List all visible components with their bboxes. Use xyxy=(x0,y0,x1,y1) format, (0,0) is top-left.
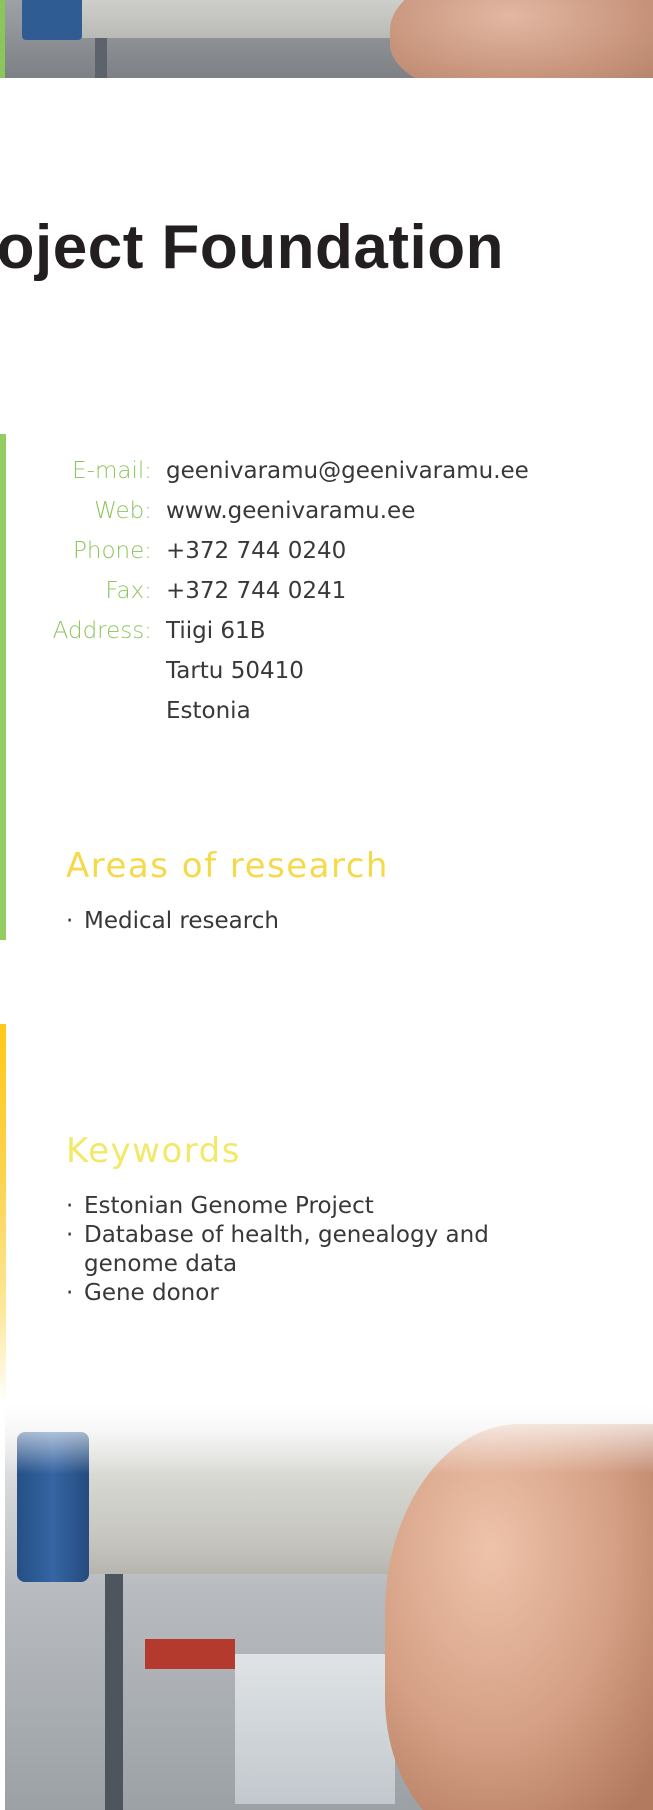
area-item-text: Medical research xyxy=(84,908,279,934)
contact-row-address: Address: Tiigi 61B xyxy=(0,618,560,654)
photo-tube-cap xyxy=(22,0,82,40)
bullet-dot: · xyxy=(66,1222,74,1248)
green-accent-bar-top xyxy=(0,0,5,78)
phone-value: +372 744 0240 xyxy=(166,538,347,564)
keyword-item-text: Database of health, genealogy and genome… xyxy=(84,1222,489,1277)
email-value[interactable]: geenivaramu@geenivaramu.ee xyxy=(166,458,529,484)
yellow-accent-bar xyxy=(0,1024,6,1404)
contact-row-phone: Phone: +372 744 0240 xyxy=(0,538,560,574)
page-title: roject Foundation xyxy=(0,213,505,282)
list-item: · Medical research xyxy=(66,907,546,936)
address-line-1: Tiigi 61B xyxy=(166,618,266,644)
web-label: Web: xyxy=(94,498,152,524)
areas-heading: Areas of research xyxy=(66,846,389,886)
fax-value: +372 744 0241 xyxy=(166,578,347,604)
list-item: · Database of health, genealogy and genom… xyxy=(66,1221,546,1279)
contact-row-address-2: Tartu 50410 xyxy=(0,658,560,694)
email-label: E-mail: xyxy=(72,458,152,484)
photo-fade xyxy=(5,1404,653,1474)
top-photo xyxy=(0,0,653,78)
keyword-item-text: Gene donor xyxy=(84,1280,219,1306)
list-item: · Estonian Genome Project xyxy=(66,1192,546,1221)
fax-label: Fax: xyxy=(105,578,152,604)
bullet-dot: · xyxy=(66,908,74,934)
photo-red-object xyxy=(145,1639,235,1669)
bottom-photo xyxy=(5,1404,653,1810)
address-line-3: Estonia xyxy=(166,698,251,724)
photo-stand-rod xyxy=(105,1574,123,1810)
list-item: · Gene donor xyxy=(66,1279,546,1308)
photo-stand-rod xyxy=(95,35,107,78)
contact-row-address-3: Estonia xyxy=(0,698,560,734)
contact-row-web: Web: www.geenivaramu.ee xyxy=(0,498,560,534)
photo-hand xyxy=(385,1424,653,1810)
keywords-heading: Keywords xyxy=(66,1131,241,1171)
address-line-2: Tartu 50410 xyxy=(166,658,304,684)
phone-label: Phone: xyxy=(73,538,152,564)
contact-row-fax: Fax: +372 744 0241 xyxy=(0,578,560,614)
bullet-dot: · xyxy=(66,1193,74,1219)
photo-hand xyxy=(390,0,653,78)
keywords-list: · Estonian Genome Project · Database of he… xyxy=(66,1192,546,1308)
web-value[interactable]: www.geenivaramu.ee xyxy=(166,498,415,524)
keyword-item-text: Estonian Genome Project xyxy=(84,1193,374,1219)
address-label: Address: xyxy=(52,618,152,644)
areas-list: · Medical research xyxy=(66,907,546,936)
bullet-dot: · xyxy=(66,1280,74,1306)
photo-lab-equipment xyxy=(235,1654,395,1804)
contact-row-email: E-mail: geenivaramu@geenivaramu.ee xyxy=(0,458,560,494)
